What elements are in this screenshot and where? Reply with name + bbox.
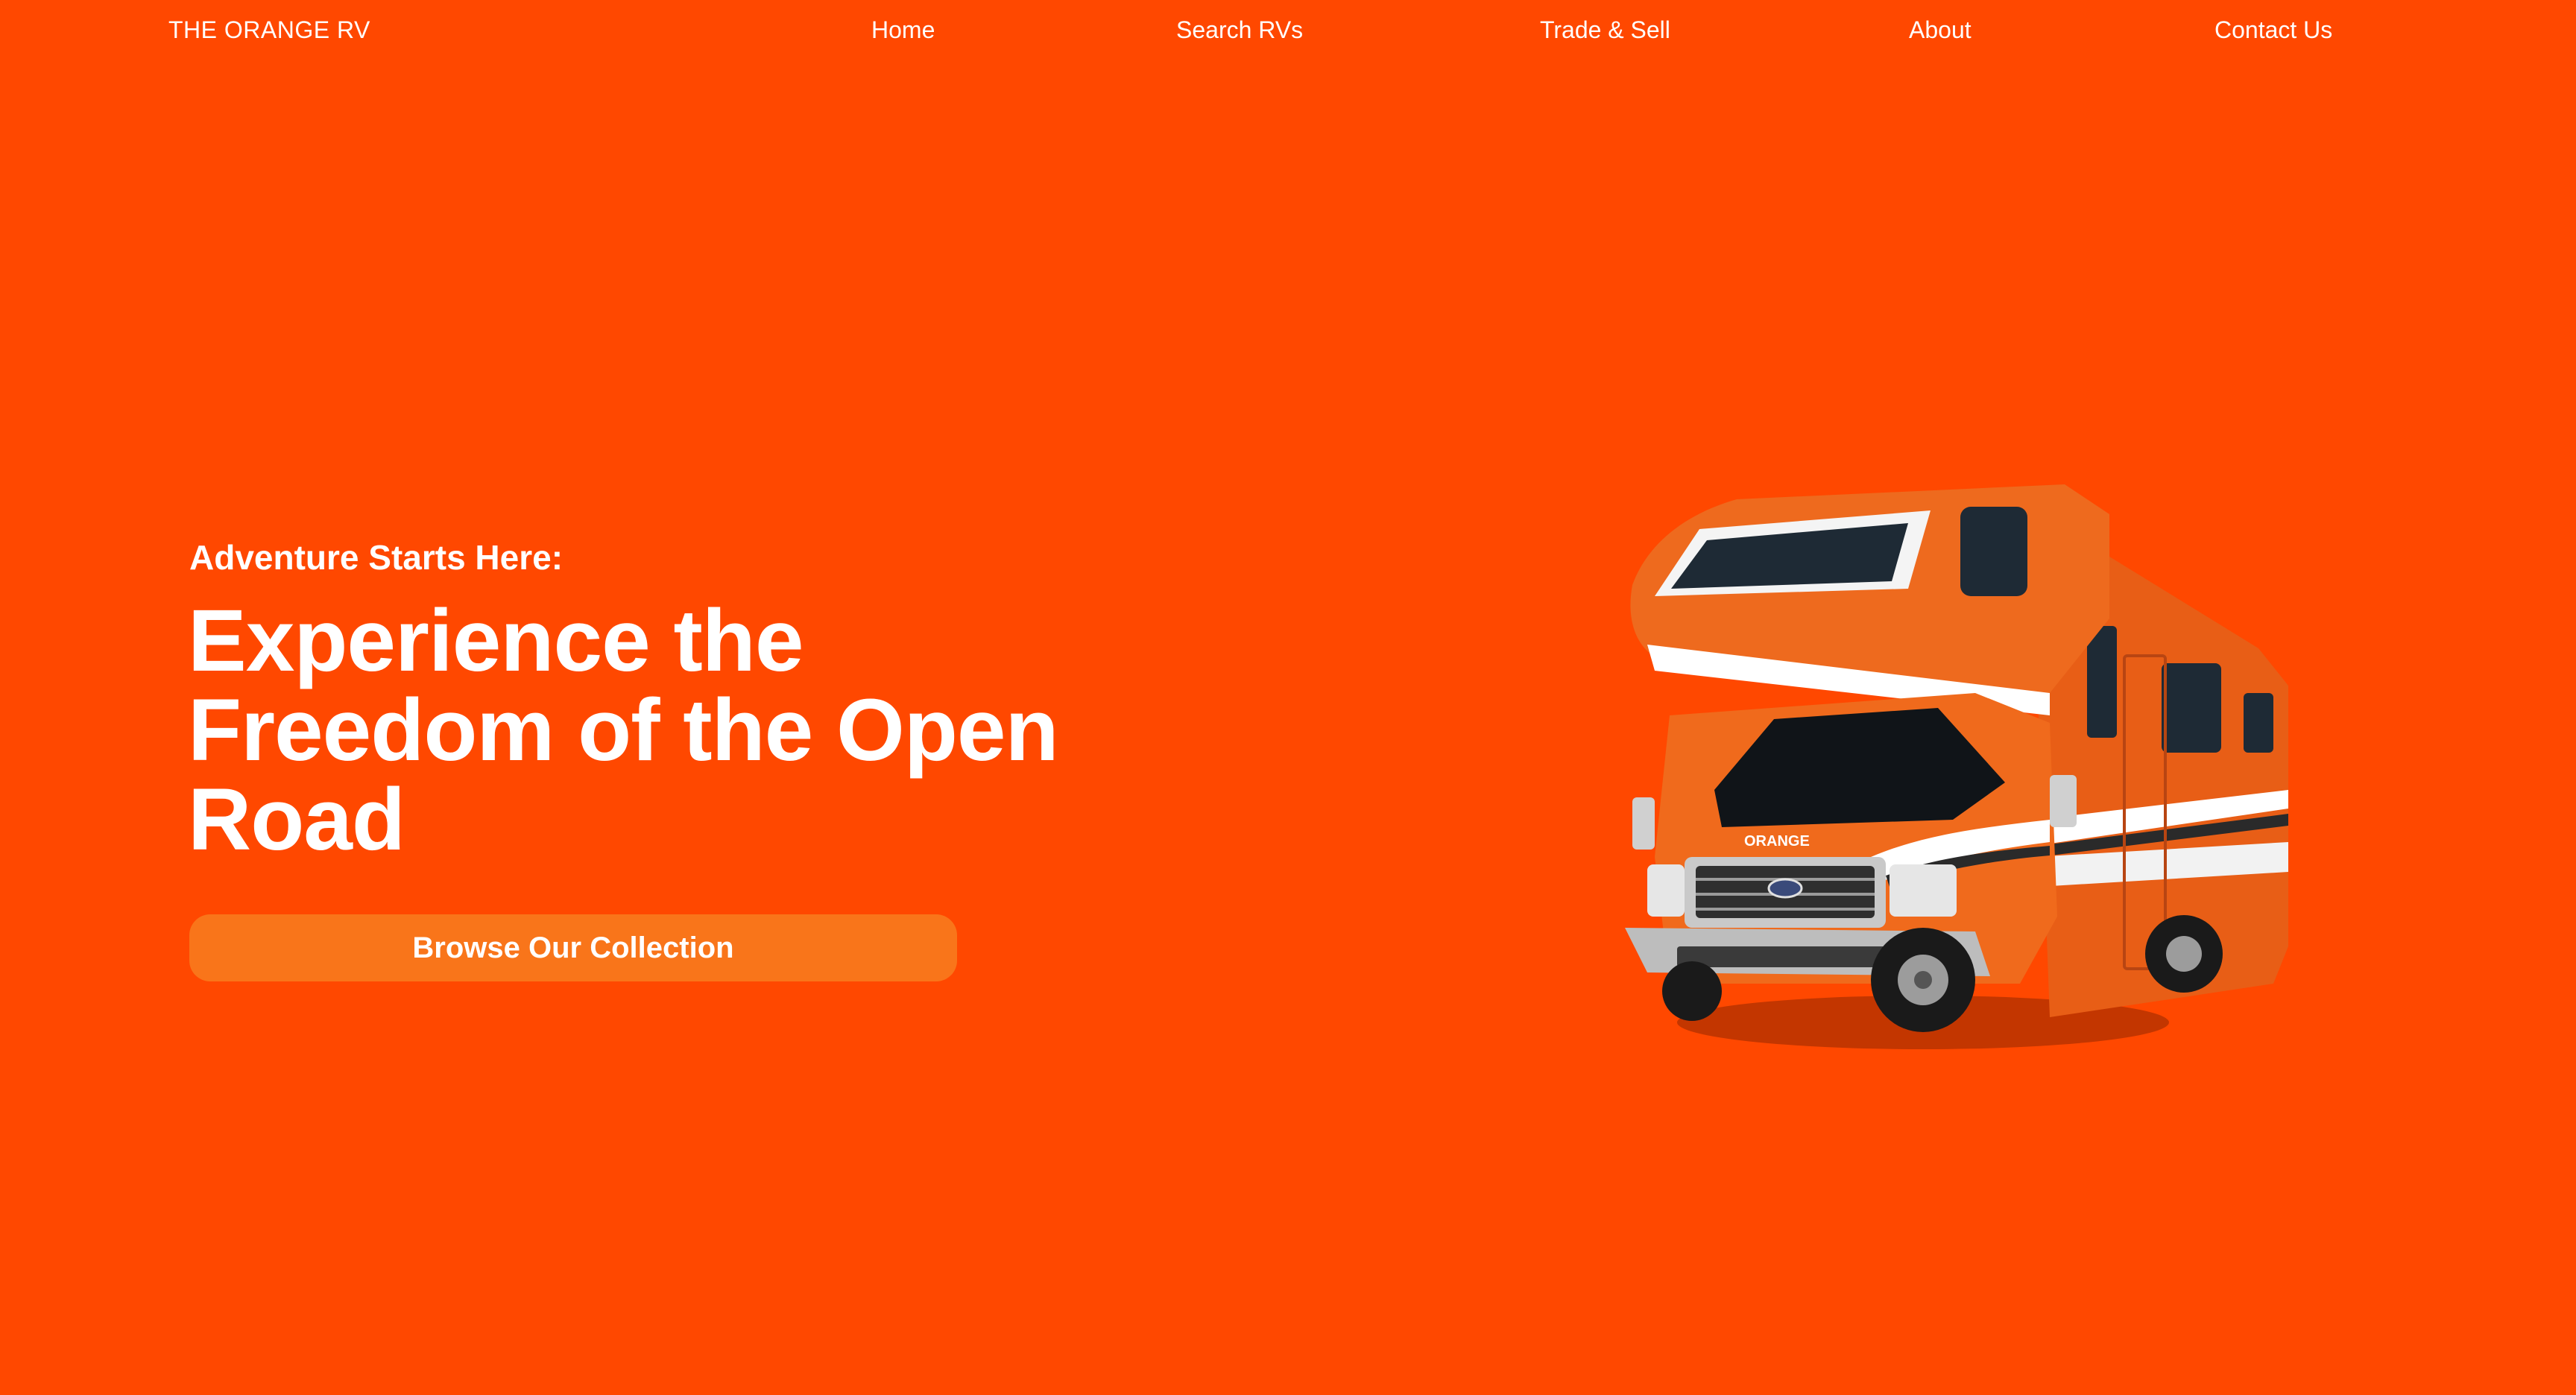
nav-home[interactable]: Home	[871, 15, 935, 45]
rv-badge-text: ORANGE	[1744, 833, 1810, 850]
hero-eyebrow: Adventure Starts Here:	[189, 538, 564, 577]
brand-logo-text[interactable]: THE ORANGE RV	[168, 15, 370, 45]
browse-collection-button[interactable]: Browse Our Collection	[189, 914, 957, 981]
rv-image: ORANGE	[1603, 469, 2311, 1081]
hero-headline: Experience the Freedom of the Open Road	[188, 592, 1059, 869]
nav-about[interactable]: About	[1909, 15, 1972, 45]
landing-page: THE ORANGE RV Home Search RVs Trade & Se…	[0, 0, 2576, 1395]
top-navigation: THE ORANGE RV Home Search RVs Trade & Se…	[0, 0, 2576, 63]
nav-search-rvs[interactable]: Search RVs	[1176, 15, 1303, 45]
nav-contact-us[interactable]: Contact Us	[2214, 15, 2332, 45]
motorhome-rv-illustration: ORANGE	[1625, 484, 2288, 1049]
nav-trade-sell[interactable]: Trade & Sell	[1540, 15, 1670, 45]
